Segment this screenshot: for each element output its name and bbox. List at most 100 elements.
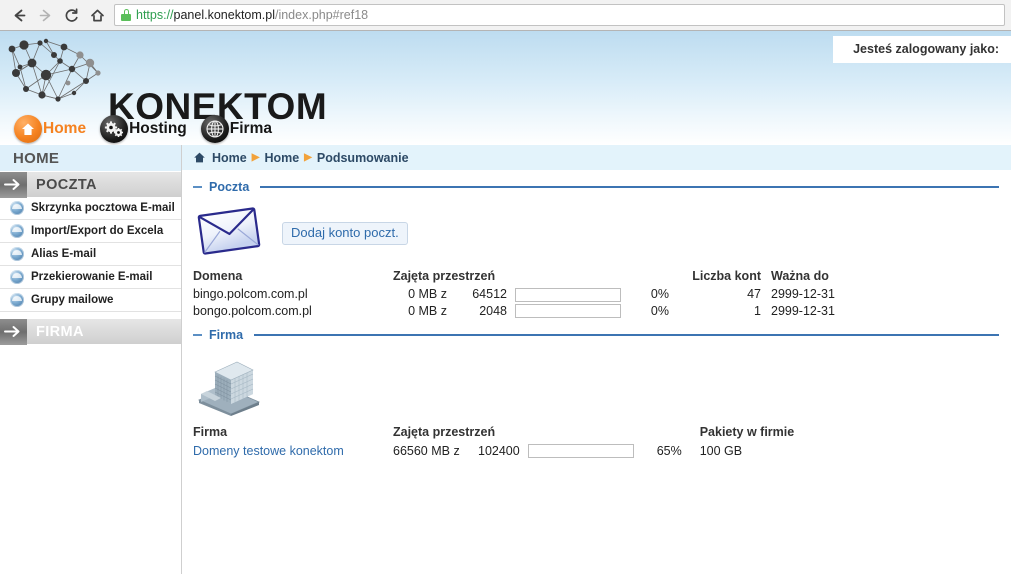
cell-domain: bingo.polcom.com.pl xyxy=(193,287,308,302)
table-row: Domeny testowe konektom 66560 MB z 10240… xyxy=(193,442,794,459)
firma-link[interactable]: Domeny testowe konektom xyxy=(193,444,344,458)
sidebar-section-firma[interactable]: FIRMA xyxy=(0,318,181,345)
chevron-right-icon: ▶ xyxy=(251,152,260,163)
cell-progress xyxy=(515,286,633,303)
building-icon xyxy=(193,350,267,421)
site-header: KONEKTOM Jesteś zalogowany jako: Home Ho… xyxy=(0,31,1011,145)
section-title-poczta: Poczta xyxy=(209,180,250,194)
sidebar-section-poczta[interactable]: POCZTA xyxy=(0,171,181,198)
table-header-row: Domena Zajęta przestrzeń Liczba kont Waż… xyxy=(193,269,871,286)
lock-icon xyxy=(121,9,131,21)
top-navigation: Home Hosting Firma xyxy=(14,115,286,143)
arrow-right-icon xyxy=(0,171,27,198)
section-rule xyxy=(260,186,999,188)
cell-percent: 0% xyxy=(650,287,669,302)
address-bar[interactable]: https://panel.konektom.pl/index.php#ref1… xyxy=(114,4,1005,26)
section-header-firma: Firma xyxy=(182,328,1011,342)
section-dash xyxy=(193,186,202,188)
cell-firma-name: Domeny testowe konektom xyxy=(193,442,393,459)
bullet-icon xyxy=(10,293,24,307)
arrow-right-icon xyxy=(0,318,27,345)
progress-bar xyxy=(527,444,634,459)
login-status: Jesteś zalogowany jako: xyxy=(833,36,1011,63)
cell-total: 64512 xyxy=(472,287,507,302)
url-path: /index.php#ref18 xyxy=(274,8,369,22)
table-row: bingo.polcom.com.pl 0 MB z 64512 0% 47 2… xyxy=(193,286,871,303)
main-content: Home ▶ Home ▶ Podsumowanie Poczta Dodaj … xyxy=(182,145,1011,574)
bullet-icon xyxy=(10,224,24,238)
home-icon xyxy=(14,115,42,143)
bullet-icon xyxy=(10,270,24,284)
section-dash xyxy=(193,334,202,337)
sidebar-section-label-firma: FIRMA xyxy=(36,323,84,340)
chevron-right-icon: ▶ xyxy=(304,152,312,163)
cell-total: 102400 xyxy=(478,443,520,458)
sidebar-item-alias[interactable]: Alias E-mail xyxy=(0,243,181,266)
breadcrumb-item-3: Podsumowanie xyxy=(316,150,409,165)
gears-icon xyxy=(100,115,129,143)
cell-domain: bongo.polcom.com.pl xyxy=(193,304,312,319)
section-title-firma: Firma xyxy=(209,328,244,343)
table-row: bongo.polcom.com.pl 0 MB z 2048 0% 1 299… xyxy=(193,303,871,320)
col-header-accounts: Liczba kont xyxy=(692,269,761,283)
globe-icon xyxy=(200,115,229,143)
cell-packages: 100 GB xyxy=(699,443,743,458)
sidebar-item-przekierowanie[interactable]: Przekierowanie E-mail xyxy=(0,266,181,289)
add-mail-account-button[interactable]: Dodaj konto poczt. xyxy=(282,222,408,246)
topnav-label-home: Home xyxy=(43,120,87,138)
progress-bar xyxy=(515,287,621,302)
reload-button[interactable] xyxy=(58,2,84,28)
sidebar: HOME POCZTA Skrzynka pocztowa E-mail Imp… xyxy=(0,145,182,574)
browser-toolbar: https://panel.konektom.pl/index.php#ref1… xyxy=(0,0,1011,31)
home-button[interactable] xyxy=(84,2,110,28)
section-rule xyxy=(254,334,999,337)
sidebar-item-import-export[interactable]: Import/Export do Excela xyxy=(0,220,181,243)
col-header-space: Zajęta przestrzeń xyxy=(393,425,496,440)
forward-button[interactable] xyxy=(32,2,58,28)
sidebar-item-label: Przekierowanie E-mail xyxy=(31,271,153,283)
konektom-logo-icon xyxy=(2,33,117,113)
firma-table: Firma Zajęta przestrzeń Pakiety w firmie… xyxy=(193,425,794,459)
table-header-row: Firma Zajęta przestrzeń Pakiety w firmie xyxy=(193,425,794,442)
poczta-icon-row: Dodaj konto poczt. xyxy=(193,194,1011,265)
sidebar-item-grupy[interactable]: Grupy mailowe xyxy=(0,289,181,312)
col-header-domain: Domena xyxy=(193,269,243,283)
cell-percent: 65% xyxy=(656,443,682,458)
cell-used: 0 MB z xyxy=(408,304,447,319)
col-header-valid: Ważna do xyxy=(771,269,829,283)
topnav-item-firma[interactable]: Firma xyxy=(200,115,272,143)
poczta-table: Domena Zajęta przestrzeń Liczba kont Waż… xyxy=(193,269,871,319)
section-header-poczta: Poczta xyxy=(182,180,1011,194)
url-scheme: https:// xyxy=(136,8,174,22)
topnav-item-hosting[interactable]: Hosting xyxy=(100,115,187,143)
sidebar-section-label-poczta: POCZTA xyxy=(36,176,97,193)
cell-valid-until: 2999-12-31 xyxy=(771,287,835,302)
cell-accounts: 1 xyxy=(754,304,761,319)
sidebar-home-header: HOME xyxy=(0,145,181,171)
url-host: panel.konektom.pl xyxy=(173,8,275,22)
sidebar-item-skrzynka[interactable]: Skrzynka pocztowa E-mail xyxy=(0,197,181,220)
envelope-icon xyxy=(193,202,267,265)
cell-used: 66560 MB z xyxy=(393,443,460,458)
back-button[interactable] xyxy=(6,2,32,28)
sidebar-item-label: Skrzynka pocztowa E-mail xyxy=(31,202,175,214)
breadcrumb-item-2[interactable]: Home xyxy=(264,151,299,165)
breadcrumb: Home ▶ Home ▶ Podsumowanie xyxy=(182,145,1011,170)
topnav-label-firma: Firma xyxy=(229,120,272,138)
bullet-icon xyxy=(10,247,24,261)
sidebar-item-label: Alias E-mail xyxy=(31,248,97,260)
cell-valid-until: 2999-12-31 xyxy=(771,304,835,319)
topnav-label-hosting: Hosting xyxy=(129,120,187,138)
page-content: KONEKTOM Jesteś zalogowany jako: Home Ho… xyxy=(0,31,1011,574)
cell-percent: 0% xyxy=(650,304,669,319)
cell-accounts: 47 xyxy=(747,287,761,302)
cell-progress xyxy=(527,442,646,459)
sidebar-item-label: Import/Export do Excela xyxy=(31,225,164,237)
col-header-space: Zajęta przestrzeń xyxy=(393,269,496,283)
poczta-panel: Dodaj konto poczt. Domena Zajęta przestr… xyxy=(182,194,1011,319)
topnav-item-home[interactable]: Home xyxy=(14,115,86,143)
breadcrumb-item-1[interactable]: Home xyxy=(212,151,247,165)
cell-progress xyxy=(515,303,633,320)
cell-total: 2048 xyxy=(479,304,507,319)
cell-used: 0 MB z xyxy=(408,287,447,302)
